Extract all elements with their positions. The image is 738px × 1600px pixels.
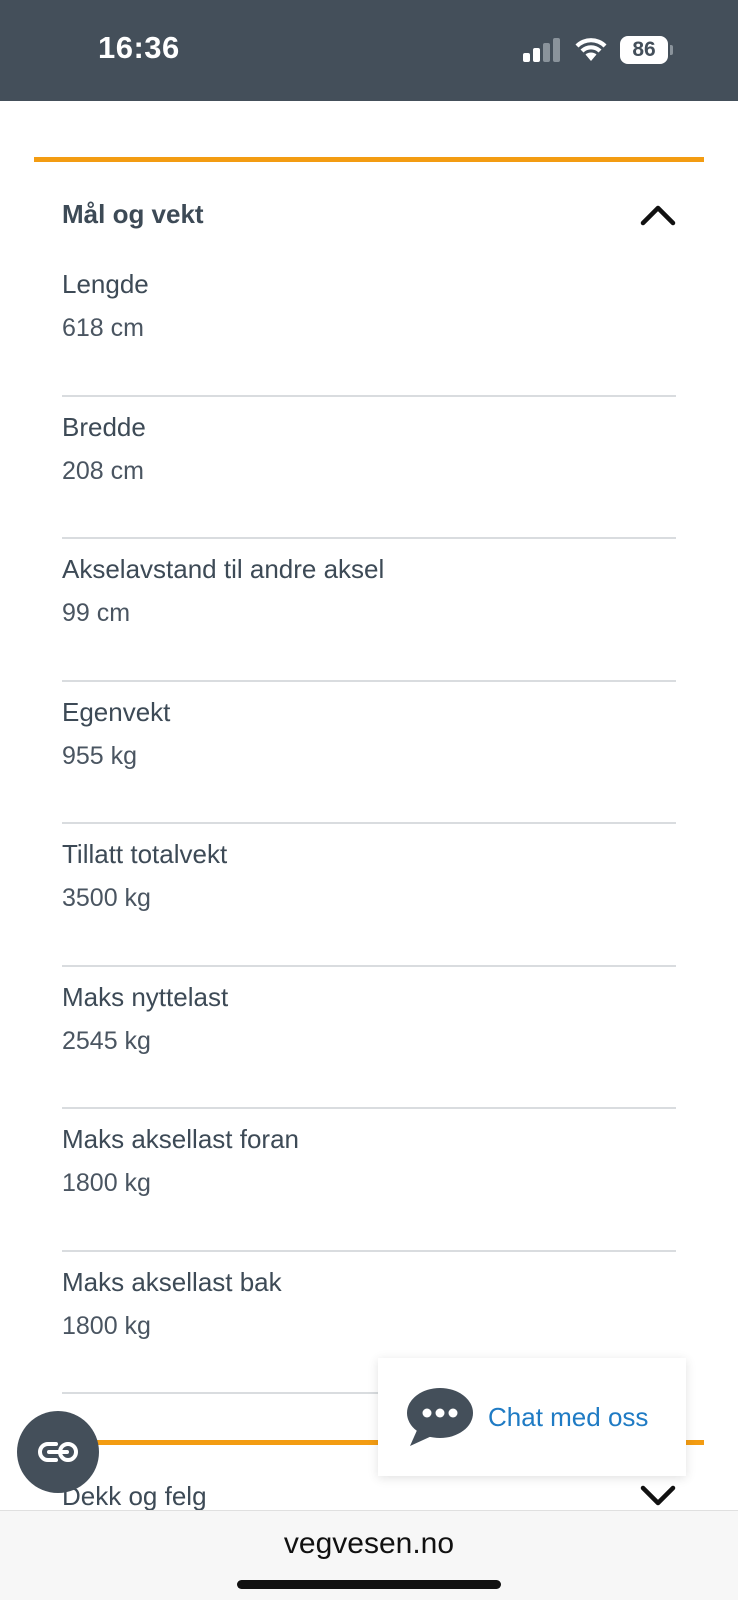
spec-label: Akselavstand til andre aksel — [62, 554, 385, 584]
spec-label: Bredde — [62, 411, 146, 442]
spec-label: Lengde — [62, 269, 149, 299]
spec-value: 99 cm — [62, 599, 131, 627]
spec-row: Egenvekt 955 kg — [62, 682, 676, 824]
spec-value: 208 cm — [62, 456, 144, 485]
spec-row: Lengde 618 cm — [62, 254, 676, 397]
chat-label: Chat med oss — [488, 1401, 649, 1432]
spec-row: Bredde 208 cm — [62, 397, 676, 539]
page: 16:36 86 Mål og vekt Lengde 618 cm Bredd… — [0, 0, 738, 1600]
section-title: Dekk og felg — [62, 1480, 207, 1511]
spec-value: 618 cm — [62, 314, 144, 342]
spec-label: Maks nyttelast — [62, 981, 229, 1012]
spec-label: Maks aksellast foran — [62, 1124, 299, 1154]
status-bar: 16:36 86 — [0, 0, 738, 101]
chevron-up-icon[interactable] — [640, 202, 676, 226]
section-divider-accent — [34, 157, 704, 162]
home-indicator[interactable] — [237, 1580, 501, 1589]
spec-row: Akselavstand til andre aksel 99 cm — [62, 539, 676, 682]
section-header-mal-og-vekt[interactable]: Mål og vekt — [62, 186, 676, 242]
spec-value: 3500 kg — [62, 884, 151, 912]
battery-icon: 86 — [620, 36, 673, 64]
spec-value: 2545 kg — [62, 1026, 151, 1055]
cellular-signal-icon — [523, 38, 561, 62]
wifi-icon — [575, 38, 607, 61]
spec-value: 1800 kg — [62, 1311, 151, 1340]
spec-label: Egenvekt — [62, 696, 171, 727]
spec-value: 955 kg — [62, 741, 138, 770]
status-time: 16:36 — [98, 30, 180, 65]
chat-button[interactable]: Chat med oss — [378, 1358, 686, 1476]
browser-bottom-bar: vegvesen.no — [0, 1510, 738, 1600]
floating-action-button[interactable] — [17, 1411, 99, 1493]
spec-label: Maks aksellast bak — [62, 1266, 282, 1297]
spec-row: Maks aksellast foran 1800 kg — [62, 1109, 676, 1252]
spec-row: Maks nyttelast 2545 kg — [62, 967, 676, 1109]
chevron-down-icon[interactable] — [640, 1484, 676, 1508]
spec-list: Lengde 618 cm Bredde 208 cm Akselavstand… — [62, 254, 676, 1394]
spec-value: 1800 kg — [62, 1169, 151, 1197]
url-address[interactable]: vegvesen.no — [0, 1527, 738, 1561]
spec-row: Tillatt totalvekt 3500 kg — [62, 824, 676, 967]
chat-bubble-icon — [407, 1388, 473, 1446]
spec-label: Tillatt totalvekt — [62, 839, 228, 869]
link-icon — [38, 1442, 78, 1462]
section-title: Mål og vekt — [62, 198, 204, 229]
